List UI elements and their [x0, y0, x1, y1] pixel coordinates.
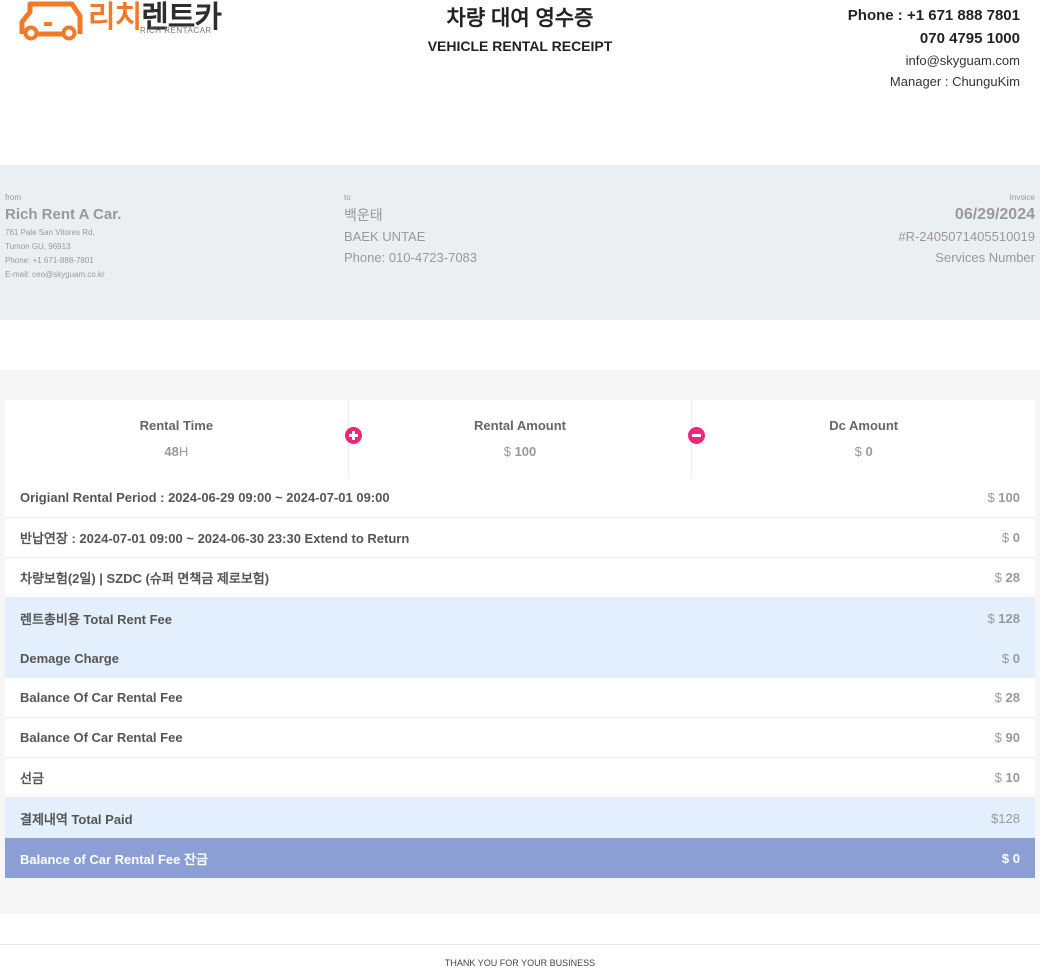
- from-email: E-mail: ceo@skyguam.co.kr: [5, 270, 105, 279]
- from-address-line1: 761 Pale San Vitores Rd,: [5, 228, 95, 237]
- footer-divider: [0, 944, 1040, 945]
- services-number-label: Services Number: [935, 250, 1035, 265]
- charge-row-damage-charge: Demage Charge $ 0: [5, 638, 1035, 678]
- row-amount: $ 100: [987, 490, 1020, 505]
- charge-row-total-paid: 결제내역 Total Paid $128: [5, 798, 1035, 838]
- rental-amount-value: $ 100: [503, 444, 537, 459]
- row-label: 차량보험(2일) | SZDC (슈퍼 면책금 제로보험): [20, 571, 270, 586]
- parties-section: from Rich Rent A Car. 761 Pale San Vitor…: [0, 165, 1040, 320]
- row-amount: $ 10: [994, 770, 1020, 785]
- to-name-korean: 백운태: [344, 207, 383, 223]
- rental-time-cell: Rental Time 48H: [5, 400, 348, 478]
- contact-phone-secondary: 070 4795 1000: [919, 30, 1020, 47]
- invoice-number: #R-2405071405510019: [898, 229, 1035, 244]
- invoice-label: Invoice: [1009, 193, 1035, 202]
- from-address-line2: Tumon GU, 96913: [5, 242, 71, 251]
- row-label: 렌트총비용 Total Rent Fee: [20, 611, 173, 627]
- row-label: Balance of Car Rental Fee 잔금: [20, 851, 208, 867]
- company-contact: Phone : +1 671 888 7801 070 4795 1000 in…: [848, 4, 1020, 92]
- dc-amount-value: $ 0: [854, 444, 873, 459]
- row-amount: $ 28: [994, 690, 1020, 705]
- row-amount: $ 28: [994, 570, 1020, 585]
- row-amount: $ 0: [1001, 650, 1020, 666]
- row-amount: $128: [991, 810, 1020, 826]
- charge-row-balance-1: Balance Of Car Rental Fee $ 28: [5, 678, 1035, 718]
- dc-amount-cell: Dc Amount $ 0: [691, 400, 1035, 478]
- contact-manager: Manager : ChunguKim: [889, 74, 1020, 89]
- contact-phone-primary: Phone : +1 671 888 7801: [847, 7, 1020, 24]
- row-label: 선금: [20, 771, 44, 786]
- from-block: from Rich Rent A Car. 761 Pale San Vitor…: [5, 192, 121, 282]
- invoice-date: 06/29/2024: [954, 206, 1035, 223]
- footer-thanks: THANK YOU FOR YOUR BUSINESS: [444, 958, 596, 968]
- dc-amount-label: Dc Amount: [829, 418, 899, 433]
- charge-row-total-rent-fee: 렌트총비용 Total Rent Fee $ 128: [5, 598, 1035, 638]
- contact-email: info@skyguam.com: [905, 53, 1020, 68]
- row-amount: $ 90: [994, 730, 1020, 745]
- invoice-block: Invoice 06/29/2024 #R-2405071405510019 S…: [898, 192, 1035, 268]
- row-amount: $ 128: [987, 610, 1020, 626]
- to-phone: Phone: 010-4723-7083: [344, 250, 478, 265]
- rental-time-label: Rental Time: [139, 418, 214, 433]
- row-label: 결제내역 Total Paid: [20, 811, 133, 827]
- charge-row-remaining-balance: Balance of Car Rental Fee 잔금 $ 0: [5, 838, 1035, 878]
- to-name-english: BAEK UNTAE: [344, 229, 426, 244]
- charge-row-insurance: 차량보험(2일) | SZDC (슈퍼 면책금 제로보험) $ 28: [5, 558, 1035, 598]
- row-label: Origianl Rental Period : 2024-06-29 09:0…: [20, 490, 390, 505]
- charge-row-original-period: Origianl Rental Period : 2024-06-29 09:0…: [5, 478, 1035, 518]
- to-block: to 백운태 BAEK UNTAE Phone: 010-4723-7083: [344, 192, 477, 268]
- charge-row-deposit: 선금 $ 10: [5, 758, 1035, 798]
- charges-list: Origianl Rental Period : 2024-06-29 09:0…: [5, 478, 1035, 878]
- row-amount: $ 0: [1001, 530, 1020, 545]
- row-label: Balance Of Car Rental Fee: [20, 690, 183, 705]
- from-phone: Phone: +1 671-888-7801: [5, 256, 94, 265]
- summary-strip: Rental Time 48H Rental Amount $ 100 Dc A…: [5, 400, 1035, 479]
- row-label: Demage Charge: [20, 650, 119, 666]
- to-label: to: [344, 193, 351, 202]
- row-label: Balance Of Car Rental Fee: [20, 730, 183, 745]
- row-label: 반납연장 : 2024-07-01 09:00 ~ 2024-06-30 23:…: [20, 531, 410, 546]
- charge-row-return-extension: 반납연장 : 2024-07-01 09:00 ~ 2024-06-30 23:…: [5, 518, 1035, 558]
- rental-time-value: 48H: [164, 444, 189, 459]
- plus-circle-icon: [345, 427, 362, 444]
- from-company-name: Rich Rent A Car.: [5, 206, 122, 223]
- charge-row-balance-2: Balance Of Car Rental Fee $ 90: [5, 718, 1035, 758]
- rental-amount-cell: Rental Amount $ 100: [347, 400, 692, 478]
- from-label: from: [5, 193, 21, 202]
- minus-circle-icon: [688, 427, 705, 444]
- row-amount: $ 0: [1001, 850, 1020, 866]
- rental-amount-label: Rental Amount: [474, 418, 566, 433]
